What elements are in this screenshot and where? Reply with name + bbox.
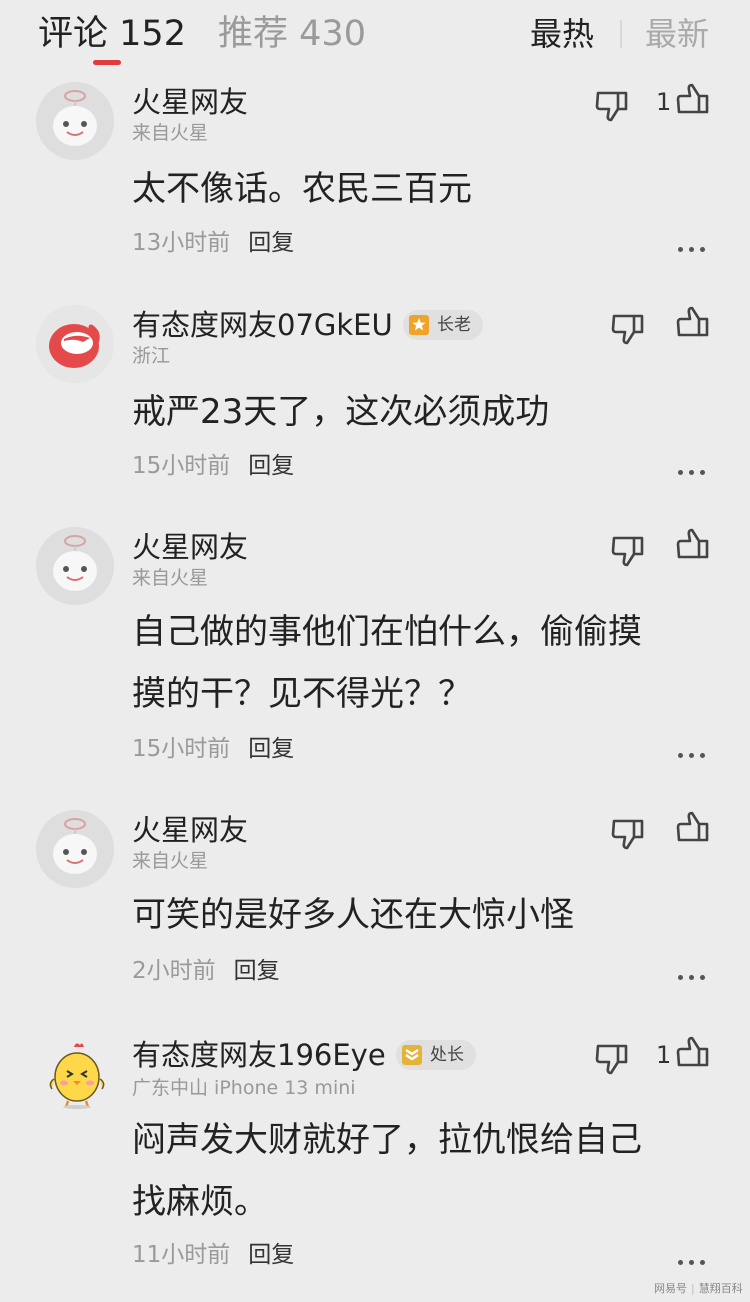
comment-location: 来自火星: [132, 567, 209, 589]
comment-text: 自己做的事他们在怕什么，偷偷摸摸的干？见不得光？？: [132, 612, 642, 714]
comment-meta: 15小时前 回复: [132, 450, 294, 482]
sort-divider: [620, 20, 622, 48]
comment-time: 2小时前: [132, 958, 216, 984]
comment-item: 火星网友 来自火星 自己做的事他们在怕什么，偷偷摸摸的干？见不得光？？ 15小时…: [0, 527, 750, 787]
thumbs-up-icon[interactable]: [675, 1035, 711, 1071]
comment-item: 有态度网友07GkEU 长老 浙江 戒严23天了，这次必须成功 15小时前 回复: [0, 305, 750, 505]
user-rank-badge: 长老: [403, 310, 483, 340]
netease-logo-avatar[interactable]: [36, 305, 114, 383]
reply-button[interactable]: 回复: [234, 958, 280, 984]
mars-robot-avatar[interactable]: [36, 527, 114, 605]
tab-comments[interactable]: 评论 152: [38, 12, 186, 56]
mars-robot-avatar[interactable]: [36, 82, 114, 160]
comment-time: 11小时前: [132, 1242, 231, 1268]
comment-location: 来自火星: [132, 850, 209, 872]
comment-meta: 11小时前 回复: [132, 1239, 294, 1271]
source-watermark: 网易号 | 慧翔百科: [654, 1282, 743, 1296]
badge-label: 处长: [430, 1045, 464, 1065]
comment-item: 有态度网友196Eye 处长 广东中山 iPhone 13 mini 1 闷声发…: [0, 1035, 750, 1275]
thumbs-down-icon[interactable]: [594, 1040, 630, 1076]
more-options-icon[interactable]: [678, 750, 708, 760]
comment-username[interactable]: 火星网友: [132, 810, 248, 850]
active-tab-indicator: [93, 60, 121, 65]
more-options-icon[interactable]: [678, 467, 708, 477]
thumbs-down-icon[interactable]: [610, 310, 646, 346]
like-count: 1: [656, 1041, 672, 1069]
comment-location: 来自火星: [132, 122, 209, 144]
comment-item: 火星网友 来自火星 1 太不像话。农民三百元 13小时前 回复: [0, 82, 750, 282]
comment-time: 13小时前: [132, 230, 231, 256]
reply-button[interactable]: 回复: [248, 230, 294, 256]
like-count: 1: [656, 88, 672, 116]
comment-meta: 2小时前 回复: [132, 955, 280, 987]
mars-robot-avatar[interactable]: [36, 810, 114, 888]
rank-shield-icon: [402, 1045, 422, 1065]
badge-label: 长老: [437, 315, 471, 335]
reply-button[interactable]: 回复: [248, 453, 294, 479]
more-options-icon[interactable]: [678, 244, 708, 254]
comment-time: 15小时前: [132, 736, 231, 762]
chick-cartoon-avatar[interactable]: [46, 1039, 108, 1109]
watermark-author: 慧翔百科: [698, 1282, 743, 1295]
sort-hot-button[interactable]: 最热: [530, 12, 594, 56]
thumbs-up-icon[interactable]: [675, 527, 711, 563]
watermark-separator: |: [691, 1282, 695, 1295]
comment-username[interactable]: 有态度网友07GkEU: [132, 305, 393, 345]
comment-item: 火星网友 来自火星 可笑的是好多人还在大惊小怪 2小时前 回复: [0, 810, 750, 1010]
thumbs-down-icon[interactable]: [610, 815, 646, 851]
thumbs-down-icon[interactable]: [610, 532, 646, 568]
tab-recommend[interactable]: 推荐 430: [218, 12, 366, 56]
rank-shield-icon: [409, 315, 429, 335]
comment-tabs-header: 评论 152 推荐 430 最热 最新: [0, 0, 750, 70]
comment-username[interactable]: 火星网友: [132, 527, 248, 567]
comment-time: 15小时前: [132, 453, 231, 479]
tab-recommend-label: 推荐: [218, 14, 289, 54]
tab-comments-label: 评论: [38, 14, 109, 54]
comment-location: 广东中山 iPhone 13 mini: [132, 1077, 356, 1099]
thumbs-down-icon[interactable]: [594, 87, 630, 123]
comment-meta: 15小时前 回复: [132, 733, 294, 765]
more-options-icon[interactable]: [678, 972, 708, 982]
comment-text: 闷声发大财就好了，拉仇恨给自己找麻烦。: [132, 1120, 642, 1222]
comment-meta: 13小时前 回复: [132, 227, 294, 259]
sort-new-button[interactable]: 最新: [645, 12, 709, 56]
comment-text: 太不像话。农民三百元: [132, 169, 472, 209]
more-options-icon[interactable]: [678, 1257, 708, 1267]
comment-text: 可笑的是好多人还在大惊小怪: [132, 895, 574, 935]
thumbs-up-icon[interactable]: [675, 810, 711, 846]
thumbs-up-icon[interactable]: [675, 82, 711, 118]
comment-username[interactable]: 有态度网友196Eye: [132, 1035, 386, 1075]
user-rank-badge: 处长: [396, 1040, 476, 1070]
comment-username[interactable]: 火星网友: [132, 82, 248, 122]
comment-location: 浙江: [132, 345, 171, 367]
reply-button[interactable]: 回复: [248, 1242, 294, 1268]
comment-text: 戒严23天了，这次必须成功: [132, 392, 550, 432]
tab-recommend-count: 430: [299, 14, 366, 54]
reply-button[interactable]: 回复: [248, 736, 294, 762]
tab-comments-count: 152: [119, 14, 186, 54]
watermark-source: 网易号: [654, 1282, 687, 1295]
thumbs-up-icon[interactable]: [675, 305, 711, 341]
